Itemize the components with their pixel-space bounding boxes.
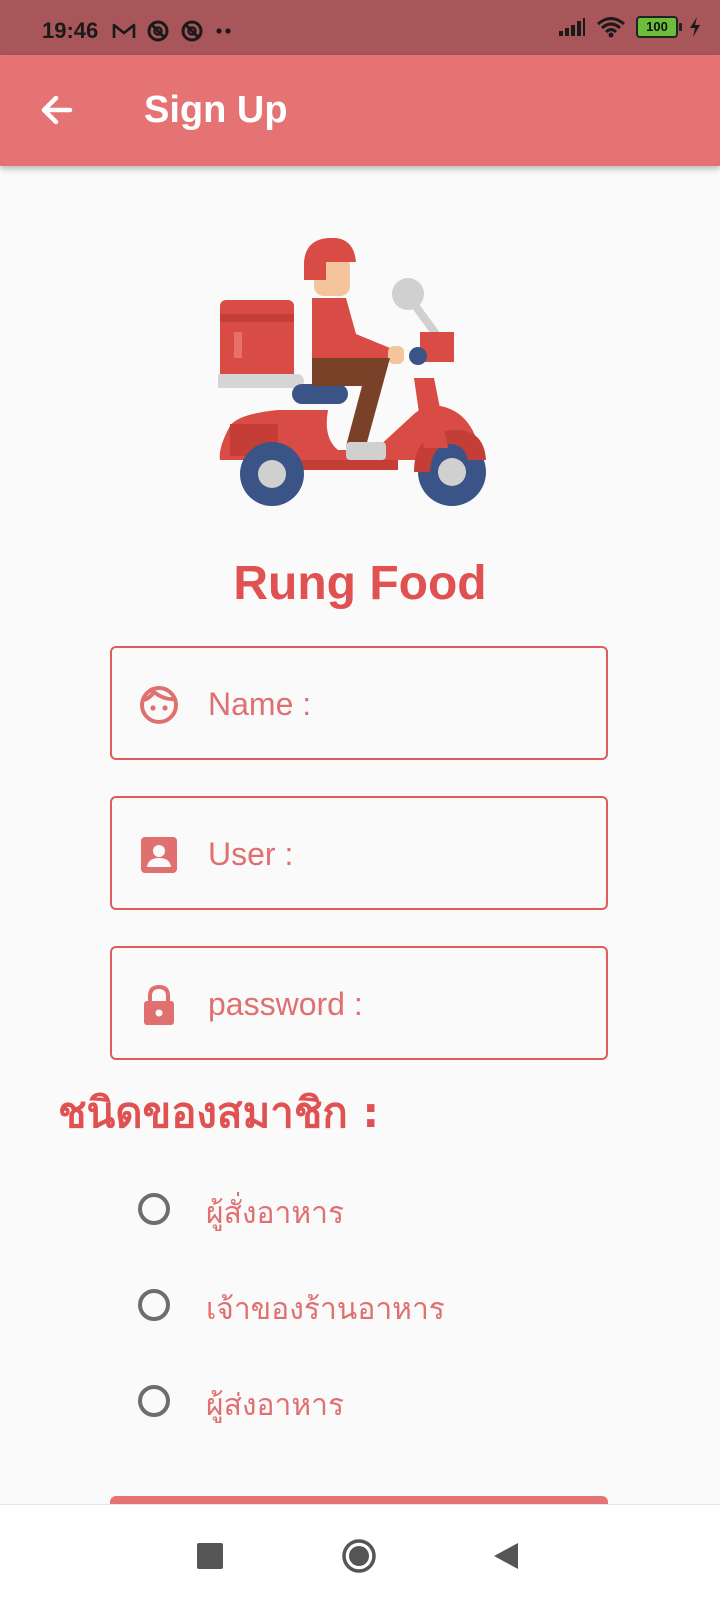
name-field[interactable]: Name : bbox=[110, 646, 608, 760]
status-bar: 19:46 100 bbox=[0, 0, 720, 55]
radio-button[interactable] bbox=[138, 1289, 170, 1321]
lock-icon bbox=[144, 984, 174, 1025]
blocked-icon bbox=[181, 20, 203, 42]
radio-button[interactable] bbox=[138, 1385, 170, 1417]
navigation-bar bbox=[0, 1504, 720, 1601]
gmail-icon bbox=[112, 23, 136, 38]
brand-name: Rung Food bbox=[233, 557, 487, 610]
arrow-left-icon[interactable] bbox=[30, 83, 84, 137]
wifi-icon bbox=[597, 17, 625, 38]
charging-icon bbox=[690, 17, 700, 37]
blocked-icon bbox=[147, 20, 169, 42]
notification-icons bbox=[112, 19, 234, 43]
home-circle-icon[interactable] bbox=[341, 1538, 377, 1574]
radio-option-restaurant-owner[interactable]: เจ้าของร้านอาหาร bbox=[138, 1286, 578, 1332]
password-field[interactable]: password : bbox=[110, 946, 608, 1060]
radio-option-orderer[interactable]: ผู้สั่งอาหาร bbox=[138, 1190, 578, 1236]
battery-icon: 100 bbox=[636, 16, 682, 38]
radio-label[interactable]: ผู้ส่งอาหาร bbox=[206, 1382, 344, 1429]
account-box-icon bbox=[141, 837, 177, 873]
face-icon bbox=[140, 686, 178, 724]
radio-option-deliverer[interactable]: ผู้ส่งอาหาร bbox=[138, 1382, 578, 1428]
page-title: Sign Up bbox=[144, 89, 288, 131]
recents-square-icon[interactable] bbox=[197, 1543, 223, 1569]
user-input[interactable]: User : bbox=[208, 836, 293, 873]
signal-icon bbox=[559, 18, 585, 36]
back-triangle-icon[interactable] bbox=[492, 1541, 520, 1571]
more-dots-icon bbox=[216, 28, 231, 34]
name-input[interactable]: Name : bbox=[208, 686, 311, 723]
app-bar: Sign Up bbox=[0, 55, 720, 166]
user-field[interactable]: User : bbox=[110, 796, 608, 910]
radio-label[interactable]: ผู้สั่งอาหาร bbox=[206, 1190, 344, 1237]
status-time: 19:46 bbox=[42, 18, 99, 43]
system-icons: 100 bbox=[558, 16, 702, 38]
member-type-heading: ชนิดของสมาชิก : bbox=[58, 1088, 380, 1137]
radio-label[interactable]: เจ้าของร้านอาหาร bbox=[206, 1286, 445, 1333]
delivery-scooter-icon bbox=[218, 238, 486, 506]
radio-button[interactable] bbox=[138, 1193, 170, 1225]
password-input[interactable]: password : bbox=[208, 986, 363, 1023]
